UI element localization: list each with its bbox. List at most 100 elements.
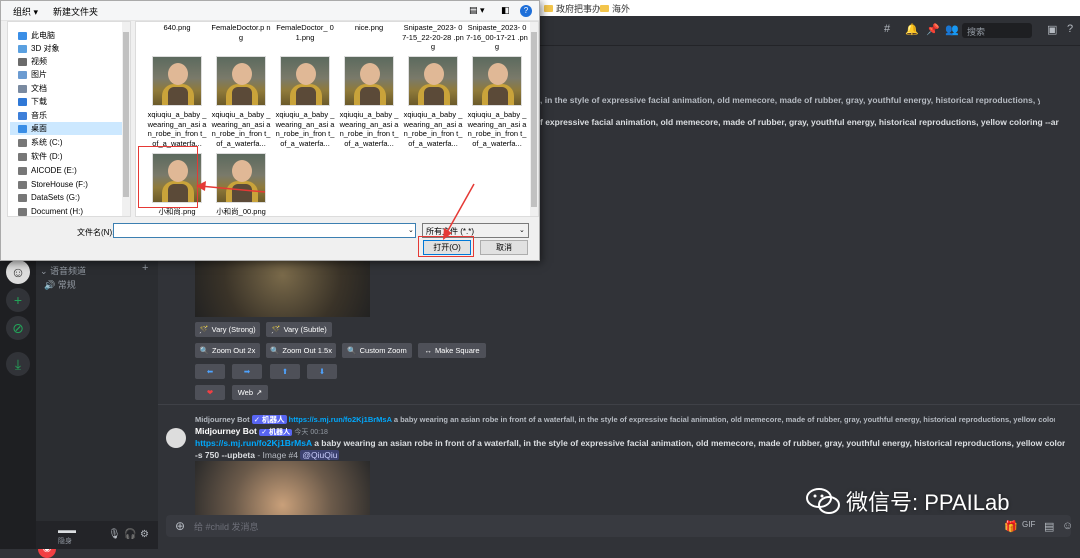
annotation-arrow-to-file xyxy=(196,181,266,193)
file-name-top-0[interactable]: 640.png xyxy=(146,23,208,33)
settings-gear-icon[interactable]: ⚙ xyxy=(140,529,149,540)
file-name-bottom-0[interactable]: 小和尚.png xyxy=(146,207,208,216)
nav-scrollbar[interactable] xyxy=(122,22,130,216)
pin-icon[interactable]: 📌 xyxy=(926,23,940,36)
nav-item-6[interactable]: 音乐 xyxy=(18,109,47,122)
file-name-mid-0[interactable]: xqiuqiu_a_baby _wearing_an_asi an_robe_i… xyxy=(146,110,208,148)
file-thumbnail-mid-0[interactable] xyxy=(152,56,202,106)
zoom-out-1-5x-button[interactable]: 🔍 Zoom Out 1.5x xyxy=(266,343,336,358)
nav-item-label: 桌面 xyxy=(31,124,47,133)
file-thumbnail-mid-1[interactable] xyxy=(216,56,266,106)
generated-image[interactable] xyxy=(195,461,370,516)
inbox-icon[interactable]: ▣ xyxy=(1047,23,1057,36)
files-scrollbar[interactable] xyxy=(530,22,538,216)
nav-item-12[interactable]: DataSets (G:) xyxy=(18,191,80,204)
pan-down-button[interactable]: ⬇ xyxy=(307,364,337,379)
chat-input[interactable]: 给 #child 发消息 xyxy=(166,515,1071,537)
help-icon[interactable]: ? xyxy=(520,5,532,17)
message-link[interactable]: https://s.mj.run/fo2Kj1BrMsA xyxy=(195,438,312,448)
file-name-bottom-1[interactable]: 小和尚_00.png xyxy=(210,207,272,216)
voice-channel-general[interactable]: 🔊 常规 xyxy=(44,278,76,291)
thumbnail-face xyxy=(360,63,380,85)
filename-dropdown-icon[interactable]: ⌄ xyxy=(408,226,414,234)
pan-left-button[interactable]: ⬅ xyxy=(195,364,225,379)
nav-item-10[interactable]: AICODE (E:) xyxy=(18,164,77,177)
bookmark-gov[interactable]: 政府把事办 xyxy=(544,2,601,15)
emoji-icon[interactable]: ☺ xyxy=(1062,520,1073,532)
nav-item-7[interactable]: 桌面 xyxy=(10,122,122,135)
thumbnail-robe2 xyxy=(296,87,316,105)
nav-item-4[interactable]: 文档 xyxy=(18,82,47,95)
filetype-dropdown-icon[interactable]: ⌄ xyxy=(519,226,525,234)
picture-icon xyxy=(18,70,27,79)
bot-name[interactable]: Midjourney Bot xyxy=(195,426,257,436)
pan-right-button[interactable]: ➡ xyxy=(232,364,262,379)
search-input[interactable]: 搜索 xyxy=(962,23,1032,38)
files-scrollbar-thumb[interactable] xyxy=(531,32,537,207)
file-thumbnail-mid-4[interactable] xyxy=(408,56,458,106)
help-icon[interactable]: ? xyxy=(1067,23,1073,35)
voice-category[interactable]: ⌄ 语音频道 xyxy=(40,264,86,277)
add-server-icon[interactable]: + xyxy=(6,288,30,312)
file-name-top-5[interactable]: Snipaste_2023- 07-16_00-17-21 .png xyxy=(466,23,528,52)
add-channel-icon[interactable]: + xyxy=(142,262,148,274)
file-thumbnail-mid-2[interactable] xyxy=(280,56,330,106)
custom-zoom-button[interactable]: 🔍 Custom Zoom xyxy=(342,343,412,358)
members-icon[interactable]: 👥 xyxy=(945,23,959,36)
bookmark-overseas[interactable]: 海外 xyxy=(600,2,630,15)
nav-scrollbar-thumb[interactable] xyxy=(123,32,129,197)
headphones-icon[interactable]: 🎧 xyxy=(124,529,136,540)
gif-icon[interactable]: GIF xyxy=(1022,520,1035,529)
nav-item-2[interactable]: 视频 xyxy=(18,55,47,68)
threads-icon[interactable]: # xyxy=(884,23,890,35)
nav-item-3[interactable]: 图片 xyxy=(18,68,47,81)
bell-icon[interactable]: 🔔 xyxy=(905,23,919,36)
file-thumbnail-mid-3[interactable] xyxy=(344,56,394,106)
nav-item-label: AICODE (E:) xyxy=(31,166,77,175)
thumbnail-face xyxy=(168,63,188,85)
file-name-mid-2[interactable]: xqiuqiu_a_baby _wearing_an_asi an_robe_i… xyxy=(274,110,336,148)
file-name-mid-5[interactable]: xqiuqiu_a_baby _wearing_an_asi an_robe_i… xyxy=(466,110,528,148)
zoom-out-2x-button[interactable]: 🔍 Zoom Out 2x xyxy=(195,343,260,358)
server-avatar[interactable]: ☺ xyxy=(6,260,30,284)
filename-input[interactable] xyxy=(113,223,416,238)
nav-item-8[interactable]: 系统 (C:) xyxy=(18,136,63,149)
file-name-top-1[interactable]: FemaleDoctor.p ng xyxy=(210,23,272,42)
gift-icon[interactable]: 🎁 xyxy=(1004,520,1018,533)
vary-subtle-button[interactable]: 🪄 Vary (Subtle) xyxy=(266,322,332,337)
view-options-icon[interactable]: ▤ ▾ xyxy=(469,5,485,16)
mic-icon[interactable]: 🎙 xyxy=(108,529,121,540)
file-name-top-4[interactable]: Snipaste_2023- 07-15_22-20-28 .png xyxy=(402,23,464,52)
file-thumbnail-mid-5[interactable] xyxy=(472,56,522,106)
nav-item-13[interactable]: Document (H:) xyxy=(18,205,83,216)
bot-avatar[interactable] xyxy=(166,428,186,448)
new-folder-button[interactable]: 新建文件夹 xyxy=(53,5,98,18)
heart-button[interactable]: ❤ xyxy=(195,385,225,400)
file-name-mid-4[interactable]: xqiuqiu_a_baby _wearing_an_asi an_robe_i… xyxy=(402,110,464,148)
make-square-button[interactable]: ↔ Make Square xyxy=(418,343,486,358)
vary-strong-button[interactable]: 🪄 Vary (Strong) xyxy=(195,322,260,337)
nav-item-1[interactable]: 3D 对象 xyxy=(18,42,59,55)
add-attachment-icon[interactable]: ⊕ xyxy=(175,519,185,533)
file-name-mid-3[interactable]: xqiuqiu_a_baby _wearing_an_asi an_robe_i… xyxy=(338,110,400,148)
cancel-button[interactable]: 取消 xyxy=(480,240,528,255)
web-button[interactable]: Web ↗ xyxy=(232,385,268,400)
download-apps-icon[interactable]: ⤓ xyxy=(6,352,30,376)
nav-item-9[interactable]: 软件 (D:) xyxy=(18,150,63,163)
explore-servers-icon[interactable]: ⊘ xyxy=(6,316,30,340)
pan-up-button[interactable]: ⬆ xyxy=(270,364,300,379)
wechat-logo-icon xyxy=(806,488,840,514)
nav-item-0[interactable]: 此电脑 xyxy=(18,29,55,42)
reply-reference[interactable]: Midjourney Bot ✓ 机器人 https://s.mj.run/fo… xyxy=(195,414,1055,425)
file-name-mid-1[interactable]: xqiuqiu_a_baby _wearing_an_asi an_robe_i… xyxy=(210,110,272,148)
user-mention[interactable]: @QiuQiu xyxy=(300,450,340,460)
organize-button[interactable]: 组织 ▾ xyxy=(13,5,38,18)
nav-item-5[interactable]: 下载 xyxy=(18,95,47,108)
sticker-icon[interactable]: ▤ xyxy=(1044,520,1054,533)
preview-pane-icon[interactable]: ◧ xyxy=(501,5,510,16)
message-body-line2: -s 750 --upbeta - Image #4 @QiuQiu xyxy=(195,450,340,460)
nav-item-11[interactable]: StoreHouse (F:) xyxy=(18,178,88,191)
file-name-top-3[interactable]: nice.png xyxy=(338,23,400,33)
file-name-top-2[interactable]: FemaleDoctor_ 01.png xyxy=(274,23,336,42)
generated-image-preview[interactable] xyxy=(195,257,370,317)
